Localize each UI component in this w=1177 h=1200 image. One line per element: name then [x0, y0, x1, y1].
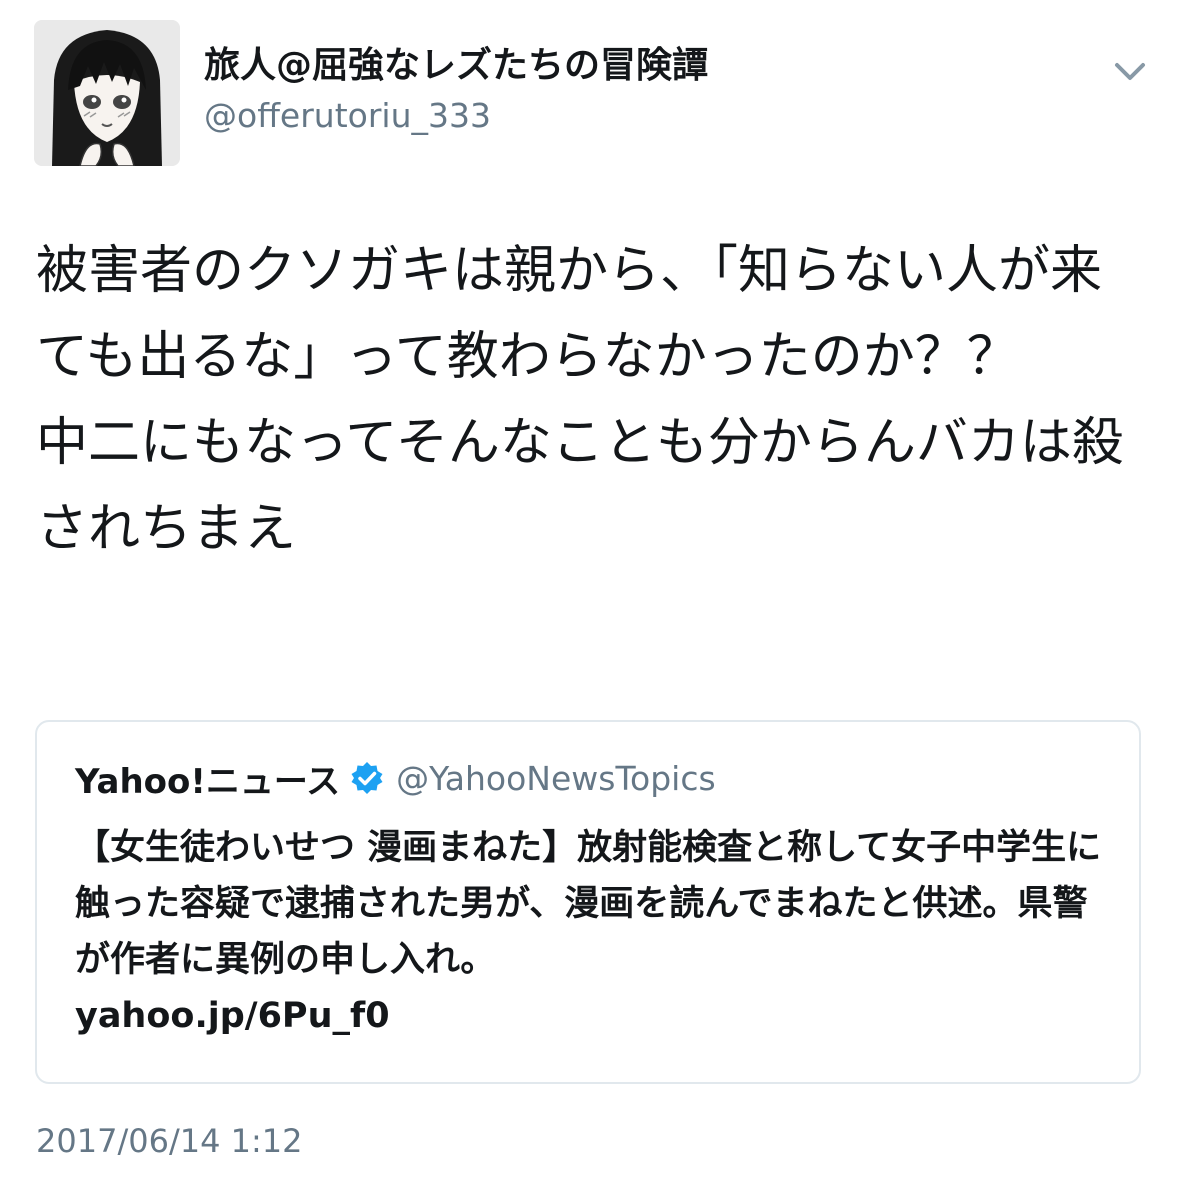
- chevron-down-icon: [1115, 63, 1145, 80]
- verified-badge-icon: [350, 761, 384, 795]
- quoted-author-name: Yahoo!ニュース: [75, 761, 341, 802]
- author-display-name[interactable]: 旅人@屈強なレズたちの冒険譚: [204, 44, 708, 88]
- quoted-tweet[interactable]: Yahoo!ニュース @YahooNewsTopics 【女生徒わいせつ 漫画ま…: [35, 720, 1141, 1084]
- manga-girl-avatar-icon: [34, 20, 180, 166]
- tweet-text: 被害者のクソガキは親から、「知らない人が来ても出るな」って教わらなかったのか？？…: [36, 241, 1124, 559]
- tweet-menu-button[interactable]: [1112, 56, 1148, 86]
- avatar[interactable]: [34, 20, 180, 166]
- quoted-tweet-text: 【女生徒わいせつ 漫画まねた】放射能検査と称して女子中学生に触った容疑で逮捕され…: [75, 828, 1102, 1036]
- quoted-tweet-header: Yahoo!ニュース @YahooNewsTopics: [75, 756, 716, 802]
- quoted-author-handle: @YahooNewsTopics: [396, 758, 716, 798]
- tweet-timestamp[interactable]: 2017/06/14 1:12: [36, 1122, 302, 1160]
- tweet-card: 旅人@屈強なレズたちの冒険譚 @offerutoriu_333 被害者のクソガキ…: [0, 0, 1177, 1200]
- author-handle[interactable]: @offerutoriu_333: [204, 96, 491, 136]
